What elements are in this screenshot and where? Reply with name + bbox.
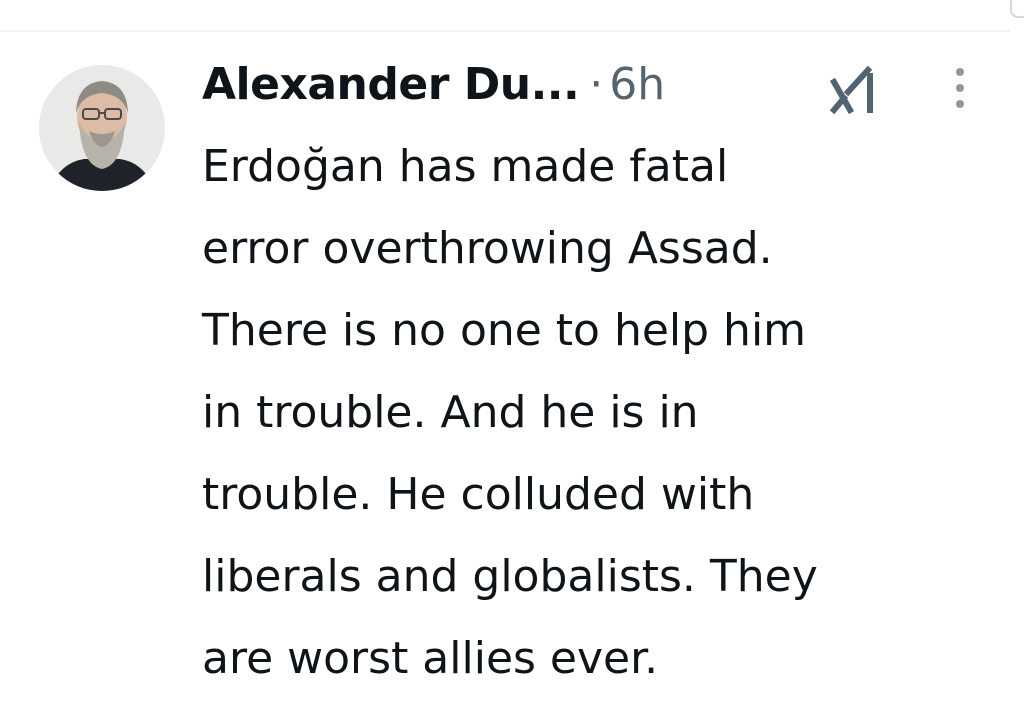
scroll-corner (1010, 0, 1024, 18)
header-separator: · (589, 58, 604, 110)
author-name[interactable]: Alexander Du... (202, 59, 580, 110)
more-options-icon[interactable] (948, 64, 972, 114)
avatar-photo (39, 65, 165, 191)
tweet-text: Erdoğan has made fatal error overthrowin… (202, 141, 818, 684)
tweet-timestamp[interactable]: 6h (609, 59, 665, 110)
grok-icon[interactable] (826, 62, 882, 118)
top-divider (0, 0, 1010, 32)
avatar[interactable] (39, 65, 165, 191)
tweet-header: Alexander Du... · 6h (202, 52, 665, 116)
